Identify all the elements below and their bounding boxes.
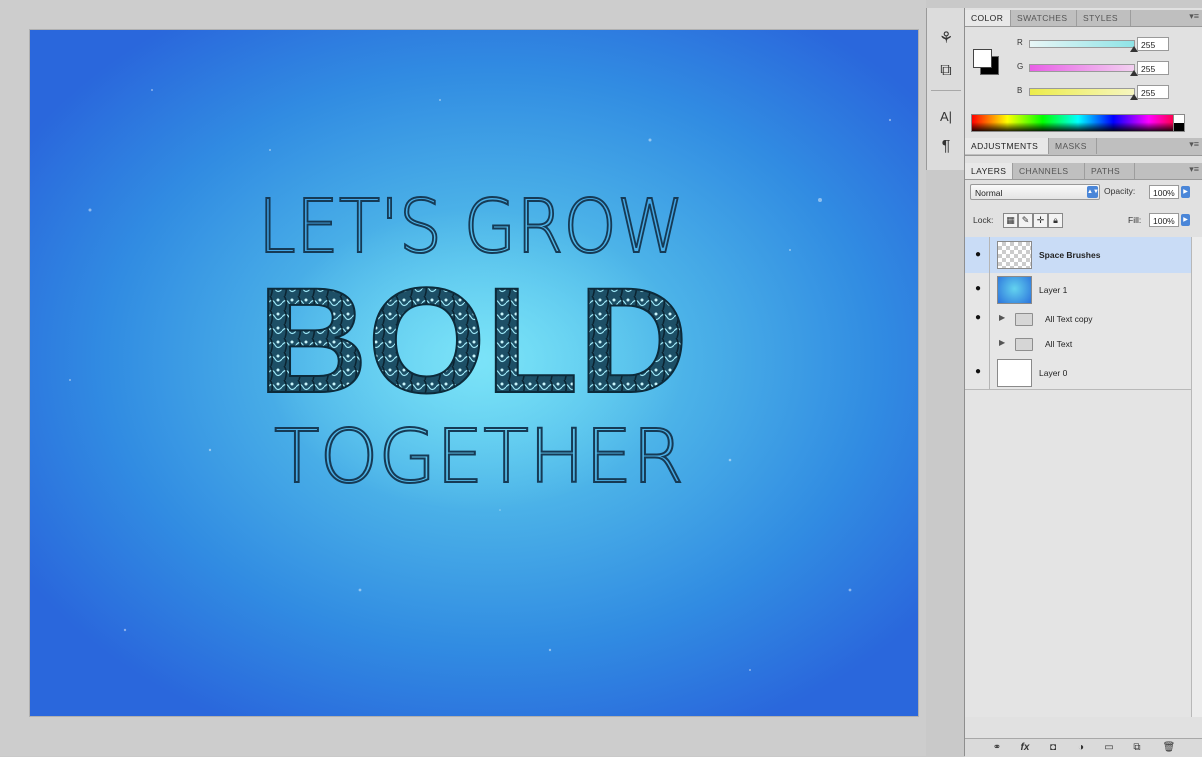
panel-menu-icon[interactable]: ▾≡ [1189, 164, 1199, 175]
opacity-label: Opacity: [1104, 186, 1136, 196]
channel-label-b: B [1017, 86, 1023, 95]
black-white-swatch[interactable] [1173, 114, 1185, 132]
layer-name: All Text copy [1045, 314, 1093, 324]
layer-name: Layer 0 [1039, 368, 1068, 378]
panel-menu-icon[interactable]: ▾≡ [1189, 11, 1199, 22]
channel-slider-r[interactable] [1029, 40, 1138, 52]
fill-arrow-icon[interactable]: ▶ [1181, 214, 1190, 226]
artwork: LET'S GROW BOLD TOGETHER [69, 89, 892, 671]
pasteboard: LET'S GROW BOLD TOGETHER [0, 0, 926, 756]
layer-row-layer-0[interactable]: ● Layer 0 [965, 356, 1191, 390]
channel-label-g: G [1017, 62, 1024, 71]
tab-swatches[interactable]: SWATCHES [1011, 10, 1077, 26]
channel-value-b[interactable]: 255 [1137, 85, 1169, 99]
headline-line-3: TOGETHER [274, 414, 684, 500]
channel-slider-b[interactable] [1029, 88, 1138, 100]
lock-all-icon[interactable]: 🔒︎ [1048, 213, 1063, 228]
expand-group-icon[interactable]: ▶ [999, 313, 1005, 322]
panel-dock: COLOR SWATCHES STYLES ▾≡ R 255 G 255 B 2… [964, 8, 1202, 757]
lock-transparent-pixels-icon[interactable]: ▦ [1003, 213, 1018, 228]
adjustment-layer-icon[interactable]: ◑ [1073, 741, 1089, 755]
brush-preset-icon[interactable]: ⚘ [935, 28, 957, 50]
eye-visibility-icon[interactable]: ● [969, 365, 987, 379]
layer-row-space-brushes[interactable]: ● Space Brushes [965, 237, 1191, 274]
eye-visibility-icon[interactable]: ● [969, 311, 987, 325]
layers-bottom-toolbar: ⚭ fx ◘ ◑ ▭ ⧉ 🗑︎ [965, 738, 1202, 757]
trash-icon[interactable]: 🗑︎ [1161, 741, 1177, 755]
layer-row-all-text-copy[interactable]: ● ▶ All Text copy [965, 306, 1191, 332]
tab-paths[interactable]: PATHS [1085, 163, 1135, 179]
opacity-arrow-icon[interactable]: ▶ [1181, 186, 1190, 198]
eye-visibility-icon[interactable]: ● [969, 248, 987, 262]
clone-source-icon[interactable]: ⧉ [935, 60, 957, 82]
layer-row-layer-1[interactable]: ● Layer 1 [965, 273, 1191, 307]
add-mask-icon[interactable]: ◘ [1045, 741, 1061, 755]
blend-mode-value: Normal [975, 188, 1003, 198]
tab-styles[interactable]: STYLES [1077, 10, 1131, 26]
headline-line-2: BOLD [258, 256, 688, 424]
folder-icon [1015, 338, 1033, 351]
visibility-divider [989, 356, 990, 389]
color-panel-tabbar: COLOR SWATCHES STYLES ▾≡ [965, 10, 1202, 27]
channel-slider-g[interactable] [1029, 64, 1138, 76]
visibility-divider [989, 331, 990, 356]
tab-color[interactable]: COLOR [965, 10, 1011, 26]
paragraph-icon[interactable]: ¶ [935, 136, 957, 158]
color-panel-body: R 255 G 255 B 255 [965, 27, 1202, 135]
foreground-color-swatch[interactable] [973, 49, 992, 68]
lock-image-pixels-icon[interactable]: ✎ [1018, 213, 1033, 228]
new-group-icon[interactable]: ▭ [1101, 741, 1117, 755]
folder-icon [1015, 313, 1033, 326]
tab-adjustments[interactable]: ADJUSTMENTS [965, 138, 1049, 154]
adjustments-panel-tabbar: ADJUSTMENTS MASKS ▾≡ [965, 138, 1202, 156]
link-layers-icon[interactable]: ⚭ [989, 741, 1005, 755]
fx-icon[interactable]: fx [1017, 741, 1033, 755]
tab-channels[interactable]: CHANNELS [1013, 163, 1085, 179]
character-icon[interactable]: A| [935, 106, 957, 128]
channel-value-g[interactable]: 255 [1137, 61, 1169, 75]
layer-name: Layer 1 [1039, 285, 1068, 295]
fill-input[interactable]: 100% [1149, 213, 1179, 227]
fill-label: Fill: [1128, 215, 1142, 225]
eye-visibility-icon[interactable]: ● [969, 282, 987, 296]
eye-visibility-icon[interactable]: ● [969, 336, 987, 350]
channel-value-r[interactable]: 255 [1137, 37, 1169, 51]
layer-thumbnail [997, 359, 1032, 387]
channel-label-r: R [1017, 38, 1023, 47]
color-spectrum-ramp[interactable] [971, 114, 1185, 132]
layers-panel-tabbar: LAYERS CHANNELS PATHS ▾≡ [965, 163, 1202, 180]
opacity-input[interactable]: 100% [1149, 185, 1179, 199]
visibility-divider [989, 273, 990, 306]
panel-menu-icon[interactable]: ▾≡ [1189, 139, 1199, 150]
document-canvas[interactable]: LET'S GROW BOLD TOGETHER [30, 30, 918, 716]
tools-divider [931, 90, 961, 91]
layers-list: ● Space Brushes ● Layer 1 ● ▶ All Text c… [965, 237, 1191, 717]
layer-row-all-text[interactable]: ● ▶ All Text [965, 331, 1191, 357]
layer-name: All Text [1045, 339, 1073, 349]
visibility-divider [989, 306, 990, 331]
chevron-down-icon: ▲▼ [1087, 186, 1099, 198]
visibility-divider [989, 237, 990, 273]
lock-position-icon[interactable]: ✛ [1033, 213, 1048, 228]
tab-masks[interactable]: MASKS [1049, 138, 1097, 154]
expand-group-icon[interactable]: ▶ [999, 338, 1005, 347]
new-layer-icon[interactable]: ⧉ [1129, 741, 1145, 755]
tab-layers[interactable]: LAYERS [965, 163, 1013, 179]
panel-icon-strip: ⚘ ⧉ A| ¶ [926, 8, 966, 170]
lock-label: Lock: [973, 215, 994, 225]
layers-scrollbar[interactable] [1191, 237, 1202, 717]
layer-name: Space Brushes [1039, 250, 1101, 260]
layer-thumbnail [997, 241, 1032, 269]
blend-mode-select[interactable]: Normal ▲▼ [970, 184, 1100, 200]
layer-thumbnail [997, 276, 1032, 304]
